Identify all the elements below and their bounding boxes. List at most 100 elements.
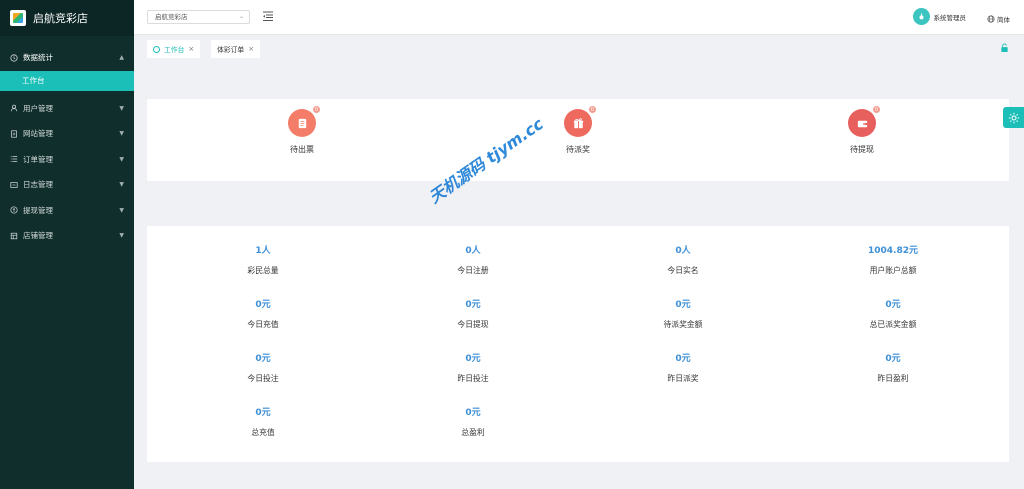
stat-card: 0元 总盈利: [393, 405, 553, 438]
pending-label: 待派奖: [566, 145, 590, 154]
stat-card: 0人 今日注册: [393, 243, 553, 276]
stat-value: 0人: [465, 246, 481, 256]
pending-badge: 0: [588, 105, 597, 114]
stat-card: 0元 总充值: [183, 405, 343, 438]
stat-label: 彩民总量: [247, 266, 279, 275]
sidebar-item-user-mgmt[interactable]: 用户管理 ▼: [0, 96, 134, 122]
stat-label: 今日提现: [457, 320, 489, 329]
chevron-down-icon: ▼: [119, 181, 124, 189]
stat-card: 0元 昨日盈利: [813, 351, 973, 384]
stat-card: 0元 待派奖金额: [603, 297, 763, 330]
stat-value: 0元: [465, 408, 481, 418]
tab-workbench[interactable]: 工作台 ×: [147, 40, 201, 58]
stat-label: 今日实名: [667, 266, 699, 275]
stat-card: 0元 昨日投注: [393, 351, 553, 384]
chevron-down-icon: ▼: [119, 104, 124, 112]
stat-value: 0人: [675, 246, 691, 256]
stat-label: 总盈利: [461, 428, 485, 437]
stat-value: 0元: [255, 408, 271, 418]
chevron-down-icon: ▼: [119, 232, 124, 240]
stat-value: 1004.82元: [868, 246, 918, 256]
sidebar-subitem-workbench[interactable]: 工作台: [0, 70, 134, 91]
sidebar-item-label: 数据统计: [23, 53, 53, 63]
list-icon: [9, 155, 18, 164]
chevron-down-icon: ▼: [119, 206, 124, 214]
sidebar-item-label: 店铺管理: [23, 231, 53, 241]
stat-label: 昨日投注: [457, 374, 489, 383]
sidebar-item-site-mgmt[interactable]: 网站管理 ▼: [0, 121, 134, 147]
avatar: [912, 8, 930, 25]
wallet-icon: 0: [848, 105, 881, 137]
pending-payout[interactable]: 0 待派奖: [548, 105, 608, 155]
stat-card: 1004.82元 用户账户总额: [813, 243, 973, 276]
close-icon[interactable]: ×: [188, 45, 194, 53]
brand[interactable]: 启航竞彩店: [0, 0, 134, 36]
pending-badge: 0: [312, 105, 321, 114]
settings-button[interactable]: [1003, 107, 1024, 128]
stat-label: 待派奖金额: [663, 320, 703, 329]
chevron-down-icon: ▼: [119, 130, 124, 138]
sidebar-item-label: 日志管理: [23, 180, 53, 190]
pending-badge: 0: [872, 105, 881, 114]
brand-logo-icon: [10, 10, 26, 26]
tab-sports-orders[interactable]: 体彩订单 ×: [211, 40, 261, 58]
stat-card: 0元 今日提现: [393, 297, 553, 330]
username: 系统管理员: [933, 13, 967, 22]
sidebar-item-label: 用户管理: [23, 103, 53, 113]
sidebar-item-order-mgmt[interactable]: 订单管理 ▼: [0, 147, 134, 173]
stat-card: 0元 今日投注: [183, 351, 343, 384]
sidebar-item-shop-mgmt[interactable]: 店铺管理 ▼: [0, 223, 134, 249]
store-select[interactable]: 启航竞彩店 ⌄: [147, 10, 250, 24]
brand-title: 启航竞彩店: [33, 12, 88, 25]
pending-withdraw[interactable]: 0 待提现: [832, 105, 892, 155]
sidebar: 启航竞彩店 数据统计 ▲ 工作台 用户管理 ▼ 网站管理 ▼ 订单管理 ▼ 日志…: [0, 0, 134, 489]
sidebar-item-label: 提现管理: [23, 205, 53, 215]
chevron-down-icon: ▼: [119, 155, 124, 163]
stat-value: 0元: [675, 354, 691, 364]
clipboard-icon: 0: [288, 105, 321, 137]
gear-icon: [1008, 112, 1019, 123]
stat-value: 0元: [255, 354, 271, 364]
close-icon[interactable]: ×: [248, 45, 254, 53]
stat-value: 0元: [675, 300, 691, 310]
pending-label: 待提现: [850, 145, 874, 154]
menu-collapse-icon[interactable]: [262, 10, 274, 22]
chevron-up-icon: ▲: [119, 54, 124, 62]
tab-label: 体彩订单: [217, 46, 245, 54]
sidebar-menu: 数据统计 ▲ 工作台 用户管理 ▼ 网站管理 ▼ 订单管理 ▼ 日志管理 ▼ 提…: [0, 45, 134, 249]
sidebar-item-log-mgmt[interactable]: 日志管理 ▼: [0, 172, 134, 198]
stat-card: 1人 彩民总量: [183, 243, 343, 276]
sidebar-item-withdraw-mgmt[interactable]: 提现管理 ▼: [0, 198, 134, 224]
pending-label: 待出票: [290, 145, 314, 154]
sidebar-item-label: 网站管理: [23, 129, 53, 139]
stat-label: 用户账户总额: [869, 266, 917, 275]
sidebar-item-data-stats[interactable]: 数据统计 ▲: [0, 45, 134, 71]
stat-card: 0人 今日实名: [603, 243, 763, 276]
document-icon: [9, 129, 18, 138]
stat-value: 0元: [255, 300, 271, 310]
tab-bar: 工作台 × 体彩订单 ×: [134, 35, 1024, 62]
chevron-down-icon: ⌄: [238, 13, 244, 20]
tab-label: 工作台: [164, 46, 185, 54]
language-label: 简体: [997, 16, 1010, 24]
stat-value: 0元: [465, 354, 481, 364]
stat-label: 总已派奖金额: [869, 320, 917, 329]
stat-label: 总充值: [251, 428, 275, 437]
lock-icon[interactable]: [1000, 43, 1009, 53]
user-menu[interactable]: 系统管理员: [912, 8, 967, 25]
stats-panel: 1人 彩民总量 0人 今日注册 0人 今日实名 1004.82元 用户账户总额 …: [147, 226, 1009, 462]
pending-ticket[interactable]: 0 待出票: [272, 105, 332, 155]
stat-card: 0元 今日充值: [183, 297, 343, 330]
stat-label: 今日投注: [247, 374, 279, 383]
stat-label: 今日注册: [457, 266, 489, 275]
shop-icon: [9, 231, 18, 240]
stat-label: 昨日盈利: [877, 374, 909, 383]
home-circle-icon: [153, 45, 160, 53]
language-switch[interactable]: 简体: [987, 14, 1010, 24]
clock-icon: [9, 53, 18, 62]
stat-value: 1人: [255, 246, 271, 256]
stat-value: 0元: [885, 300, 901, 310]
stat-label: 今日充值: [247, 320, 279, 329]
stat-value: 0元: [885, 354, 901, 364]
globe-icon: [987, 15, 995, 23]
